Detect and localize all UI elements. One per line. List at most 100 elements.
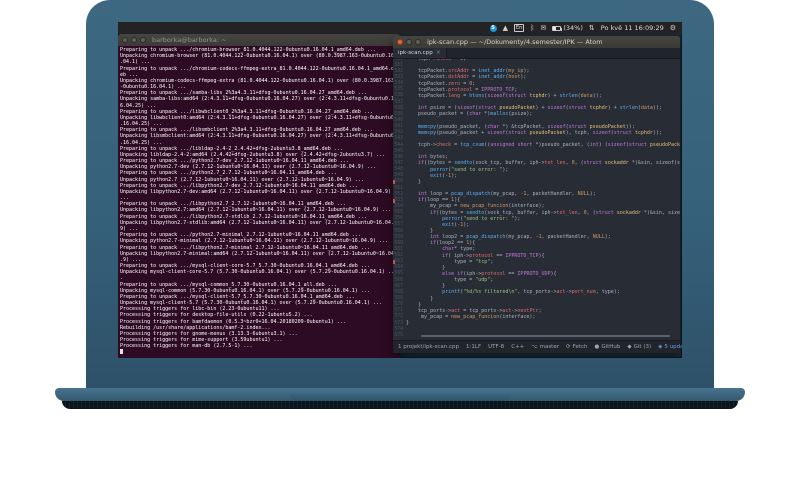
code-text: if( iph->protocol == IPPROTO_TCP){ <box>442 252 545 259</box>
terminal-line: Unpacking libpython2.7-minimal:amd64 (2.… <box>120 250 394 257</box>
sync-arrows-icon[interactable]: ⇅ <box>589 24 595 32</box>
tab-ipk-scan-cpp[interactable]: ipk-scan.cpp × <box>393 48 447 58</box>
code-line: 536 tcpPacket.leng = htons(sizeof(struct… <box>393 93 680 99</box>
code-text: tcpPacket.dstAddr = inet_addr(host); <box>406 74 527 81</box>
line-number: 572 <box>394 314 403 320</box>
line-number: 549 <box>394 173 403 179</box>
clock[interactable]: Po kvě 11 16:09:29 <box>601 25 664 32</box>
line-number: 573 <box>394 320 403 326</box>
session-gear-icon[interactable]: ⚙ <box>670 24 676 32</box>
code-text: } <box>406 228 434 234</box>
status-github-icon: ● <box>594 344 600 350</box>
status-updates[interactable]: ◈5 updates <box>658 344 682 350</box>
editor-titlebar[interactable]: ipk-scan.cpp — ~/Dokumenty/4.semester/IP… <box>393 36 680 48</box>
status-git-branch[interactable]: ⌥ master <box>531 344 559 350</box>
code-text: if(loop == 1){ <box>418 197 461 204</box>
code-text: pseudo_packet = (char *)malloc(psize); <box>406 111 533 118</box>
status-file-path[interactable]: 1 projekt/ipk-scan.cpp <box>398 344 459 350</box>
laptop-base-notch <box>290 394 510 401</box>
terminal-line: Unpacking libpython2.7-dev:amd64 (2.7.12… <box>120 188 391 195</box>
line-number: 543 <box>394 136 403 142</box>
terminal-title: barborka@barborka: ~ <box>152 36 227 44</box>
skype-icon[interactable]: S <box>489 24 497 32</box>
code-line: 550 } <box>393 179 680 185</box>
terminal-window[interactable]: barborka@barborka: ~ Preparing to unpack… <box>118 34 400 358</box>
code-text: tcpPacket.srcAddr = inet_addr(my_ip); <box>406 68 530 75</box>
status-cursor-position[interactable]: 1:1 <box>466 344 475 350</box>
line-number: 560 <box>394 240 403 246</box>
status-line-ending[interactable]: LF <box>475 344 481 350</box>
code-text: perror("send to error: "); <box>430 166 509 173</box>
terminal-output[interactable]: Preparing to unpack .../chromium-browser… <box>118 46 400 358</box>
code-text: my_pcap = new_pcap_funcion(interface); <box>406 313 536 320</box>
git-change-marker <box>393 260 395 265</box>
code-text: if((bytes = sendto(sock_tcp, buffer, iph… <box>430 209 680 216</box>
code-text: my_pcap = new_pcap_funcion(interface); <box>406 203 545 210</box>
terminal-line: Preparing to unpack .../libpython2.7-min… <box>120 244 370 251</box>
line-number: 555 <box>394 210 403 216</box>
laptop-mockup: S ▲ En ᛒ ✉ (34%) ⇅ Po kvě 11 16:09:29 ⚙ barborka… <box>0 0 800 477</box>
line-number: 538 <box>394 105 403 111</box>
line-number: 571 <box>394 308 403 314</box>
terminal-line: Preparing to unpack .../chromium-codecs-… <box>120 65 394 72</box>
status-git-changes-icon: ◆ <box>627 344 632 350</box>
line-number: 574 <box>394 326 403 332</box>
code-text: tcp_ports->act = tcp_ports->act->nextPtr… <box>406 307 542 314</box>
line-number: 553 <box>393 197 403 203</box>
code-text: type = "udp"; <box>406 277 494 284</box>
wifi-icon[interactable]: ▲ <box>503 24 508 32</box>
tab-close-icon[interactable]: × <box>436 50 441 56</box>
line-number: 564 <box>394 265 403 271</box>
status-git-changes[interactable]: ◆ Git (3) <box>627 344 651 350</box>
status-github[interactable]: ● GitHub <box>595 344 621 350</box>
battery-indicator[interactable]: (34%) <box>552 25 583 32</box>
code-text: } <box>406 264 446 271</box>
editor-window[interactable]: ipk-scan.cpp — ~/Dokumenty/4.semester/IP… <box>393 36 682 353</box>
bluetooth-icon[interactable]: ᛒ <box>530 24 534 32</box>
line-number: 537 <box>394 99 403 105</box>
code-editor[interactable]: 530 tcph->check = 0; 531 532 tcpPacket.src… <box>393 59 680 340</box>
line-number: 541 <box>394 124 403 130</box>
line-number: 567 <box>394 283 403 289</box>
line-number: 558 <box>394 228 403 234</box>
maximize-button[interactable] <box>140 37 146 43</box>
code-text: } <box>406 178 422 185</box>
tab-label: ipk-scan.cpp <box>398 50 433 56</box>
code-text: perror("send to error: "); <box>442 215 521 222</box>
line-number: 540 <box>394 117 403 123</box>
code-text: if((bytes = sendto(sock_tcp, buffer, iph… <box>418 160 680 167</box>
code-text: else if(iph->protocol == IPPROTO_UDP){ <box>442 270 557 277</box>
terminal-cursor <box>120 349 123 355</box>
line-number: 557 <box>394 222 403 228</box>
status-encoding[interactable]: UTF-8 <box>488 344 504 350</box>
keyboard-layout-indicator[interactable]: En <box>513 24 525 32</box>
line-number: 565 <box>394 271 403 277</box>
close-button[interactable] <box>397 39 403 45</box>
status-fetch[interactable]: ⟳ Fetch <box>566 344 588 350</box>
code-text: type = "tcp"; <box>406 258 494 265</box>
terminal-titlebar[interactable]: barborka@barborka: ~ <box>118 34 400 46</box>
line-number: 545 <box>394 148 403 154</box>
code-text: } <box>406 301 422 308</box>
terminal-line: Unpacking python2.7 (2.7.12-1ubuntu0~16.… <box>120 176 364 183</box>
code-text: exit(-1); <box>430 172 458 179</box>
line-number: 542 <box>394 130 403 136</box>
status-grammar[interactable]: C++ <box>511 344 524 350</box>
minimize-button[interactable] <box>406 39 412 45</box>
line-number: 535 <box>394 87 403 93</box>
horizontal-scrollbar[interactable] <box>421 335 670 337</box>
maximize-button[interactable] <box>415 39 421 45</box>
line-number: 546 <box>394 154 403 160</box>
code-text: char* type; <box>442 246 476 253</box>
line-number: 559 <box>394 234 403 240</box>
line-number: 575 <box>394 332 403 338</box>
minimize-button[interactable] <box>131 37 137 43</box>
code-text: memcpy(pseudo_packet, (char *) &tcpPacke… <box>418 123 635 130</box>
close-button[interactable] <box>122 37 128 43</box>
code-lines: 530 tcph->check = 0; 531 532 tcpPacket.src… <box>393 59 680 338</box>
line-number: 562 <box>394 253 403 259</box>
line-number: 569 <box>394 296 403 302</box>
status-git-branch-icon: ⌥ <box>531 344 538 350</box>
mail-icon[interactable]: ✉ <box>541 24 547 32</box>
line-number: 530 <box>394 59 403 62</box>
